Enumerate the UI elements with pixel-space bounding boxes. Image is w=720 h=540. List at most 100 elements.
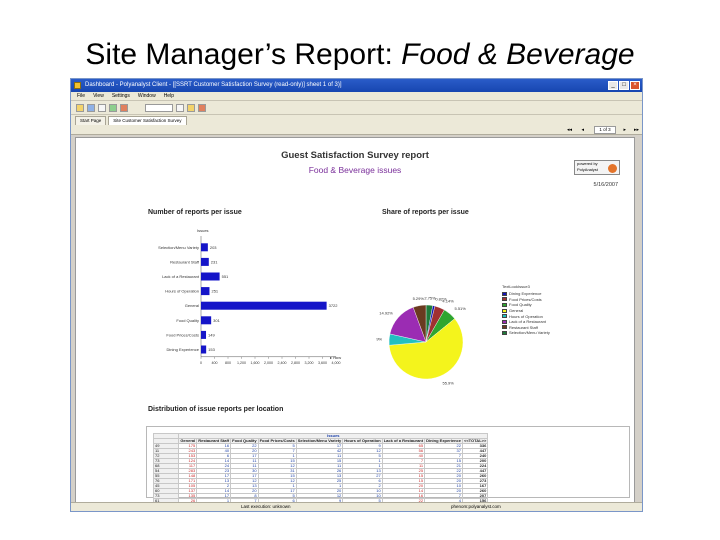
legend-swatch: [502, 291, 507, 296]
bar-category-label: Restaurant Staff: [170, 259, 200, 264]
legend-swatch: [502, 314, 507, 319]
status-right: phenom:polyanalyst.com: [451, 504, 501, 509]
pie-slice-label: 4.14%: [442, 299, 454, 304]
bar-x-tick-label: 2,000: [264, 361, 273, 365]
page-navigation: ◂◂ ◂ 1 of 3 ▸ ▸▸: [71, 125, 642, 135]
bar-x-axis-label: ▸ Row: [330, 355, 341, 360]
toolbar: [71, 101, 642, 115]
legend-label: Lack of a Restaurant: [509, 319, 546, 325]
prev-page-button[interactable]: ◂: [581, 126, 584, 134]
bar-x-tick-label: 1,200: [237, 361, 246, 365]
bar-category-label: Food Quality: [176, 318, 199, 323]
distribution-table-frame: Issues General Restaurant Staff Food Qualit…: [146, 426, 630, 511]
status-left: Last execution: unknown: [241, 504, 291, 509]
chart-icon[interactable]: [198, 103, 206, 112]
bar-chart: Issues Selection/Menu Variety 203 Restauran…: [158, 228, 341, 365]
table-column-header: Hours of Operation: [342, 438, 383, 444]
table-header-row: General Restaurant Staff Food Quality Food …: [152, 438, 489, 444]
logo-mark-icon: [608, 164, 617, 173]
minimize-button[interactable]: _: [608, 81, 618, 90]
zoom-select[interactable]: [145, 103, 173, 112]
legend-swatch: [502, 302, 507, 307]
bar-x-tick-label: 4,000: [332, 361, 341, 365]
distribution-table: Issues General Restaurant Staff Food Qualit…: [152, 433, 489, 511]
legend-swatch: [502, 330, 507, 335]
legend-label: Restaurant Staff: [509, 324, 538, 330]
bar: [201, 243, 208, 252]
polyanalyst-logo: powered by PolyAnalyst: [574, 160, 620, 175]
bar-category-label: Hours of Operation: [165, 289, 199, 294]
pie-section-title: Share of reports per issue: [382, 209, 469, 216]
bar-category-label: Selection/Menu Variety: [158, 245, 199, 250]
menu-help[interactable]: Help: [164, 92, 174, 100]
report-date: 5/16/2007: [593, 182, 618, 188]
menu-bar: File View Settings Window Help: [71, 92, 642, 101]
legend-label: Hours of Operation: [509, 313, 543, 319]
export-icon[interactable]: [176, 103, 184, 112]
app-window: Dashboard - Polyanalyst Client - [[SSRT …: [70, 78, 643, 512]
pie-slice-label: 5.51%: [455, 306, 467, 311]
menu-settings[interactable]: Settings: [112, 92, 130, 100]
report-title: Guest Satisfaction Survey report: [281, 150, 429, 161]
bar-y-axis-label: Issues: [197, 228, 209, 233]
bar-value-label: 203: [210, 245, 217, 250]
legend-swatch: [502, 297, 507, 302]
next-page-button[interactable]: ▸: [623, 126, 626, 134]
bar: [201, 287, 210, 296]
bar-value-label: 551: [222, 274, 229, 279]
window-controls: _ □ ×: [608, 81, 640, 90]
bar-x-tick-label: 400: [212, 361, 218, 365]
last-page-button[interactable]: ▸▸: [634, 126, 639, 134]
bar-value-label: 153: [208, 347, 215, 352]
bar-category-label: Lack of a Restaurant: [162, 274, 200, 279]
pie-legend: TextLookIssue3 Dining Experience Food Pri…: [502, 284, 550, 336]
report-icon[interactable]: [187, 103, 195, 112]
menu-file[interactable]: File: [77, 92, 85, 100]
legend-label: Selection/Menu Variety: [509, 330, 550, 336]
close-button[interactable]: ×: [630, 81, 640, 90]
legend-label: Dining Experience: [509, 291, 542, 297]
first-page-button[interactable]: ◂◂: [567, 126, 572, 134]
bar-value-label: 3722: [329, 303, 339, 308]
bar-value-label: 149: [208, 332, 215, 337]
bar-x-tick-label: 3,600: [318, 361, 327, 365]
tab-survey[interactable]: Site Customer Satisfaction Survey: [108, 116, 187, 125]
window-titlebar[interactable]: Dashboard - Polyanalyst Client - [[SSRT …: [71, 79, 642, 92]
bar: [201, 272, 220, 281]
menu-window[interactable]: Window: [138, 92, 156, 100]
legend-title: TextLookIssue3: [502, 284, 530, 289]
bar: [201, 257, 209, 266]
stop-icon[interactable]: [120, 103, 128, 112]
bar-category-label: Dining Experience: [167, 347, 200, 352]
pie-chart: 2.75%0.82%4.14%5.51%55.9%4.9%14.92%5.29%: [376, 296, 467, 386]
app-icon: [74, 82, 81, 89]
menu-view[interactable]: View: [93, 92, 104, 100]
refresh-icon[interactable]: [109, 103, 117, 112]
tab-bar: Start Page Site Customer Satisfaction Su…: [71, 115, 642, 125]
pie-slice-label: 55.9%: [443, 380, 455, 385]
save-icon[interactable]: [87, 103, 95, 112]
legend-label: General: [509, 308, 524, 314]
bar-x-tick-label: 2,400: [278, 361, 287, 365]
bar-x-tick-label: 1,600: [251, 361, 260, 365]
bar-category-label: Food Prices/Costs: [166, 332, 199, 337]
legend-swatch: [502, 308, 507, 313]
window-title: Dashboard - Polyanalyst Client - [[SSRT …: [85, 82, 342, 88]
bar-value-label: 251: [211, 289, 218, 294]
table-column-header: Selection/Menu Variety: [295, 438, 344, 444]
bar: [201, 316, 212, 325]
bar-x-tick-label: 3,200: [305, 361, 314, 365]
pie-slice-label: 5.29%: [413, 296, 425, 301]
legend-swatch: [502, 319, 507, 324]
slide-title: Site Manager’s Report: Food & Beverage: [0, 38, 720, 72]
tab-start-page[interactable]: Start Page: [75, 116, 107, 125]
print-icon[interactable]: [98, 103, 106, 112]
maximize-button[interactable]: □: [619, 81, 629, 90]
report-canvas: Guest Satisfaction Survey report Food & …: [75, 137, 635, 511]
open-icon[interactable]: [76, 103, 84, 112]
bar-x-tick-label: 0: [200, 361, 202, 365]
status-bar: Last execution: unknown phenom:polyanaly…: [71, 502, 642, 511]
page-indicator[interactable]: 1 of 3: [594, 126, 616, 134]
legend-item: Hours of Operation: [502, 313, 550, 319]
slide-title-main: Site Manager’s Report:: [85, 38, 402, 71]
